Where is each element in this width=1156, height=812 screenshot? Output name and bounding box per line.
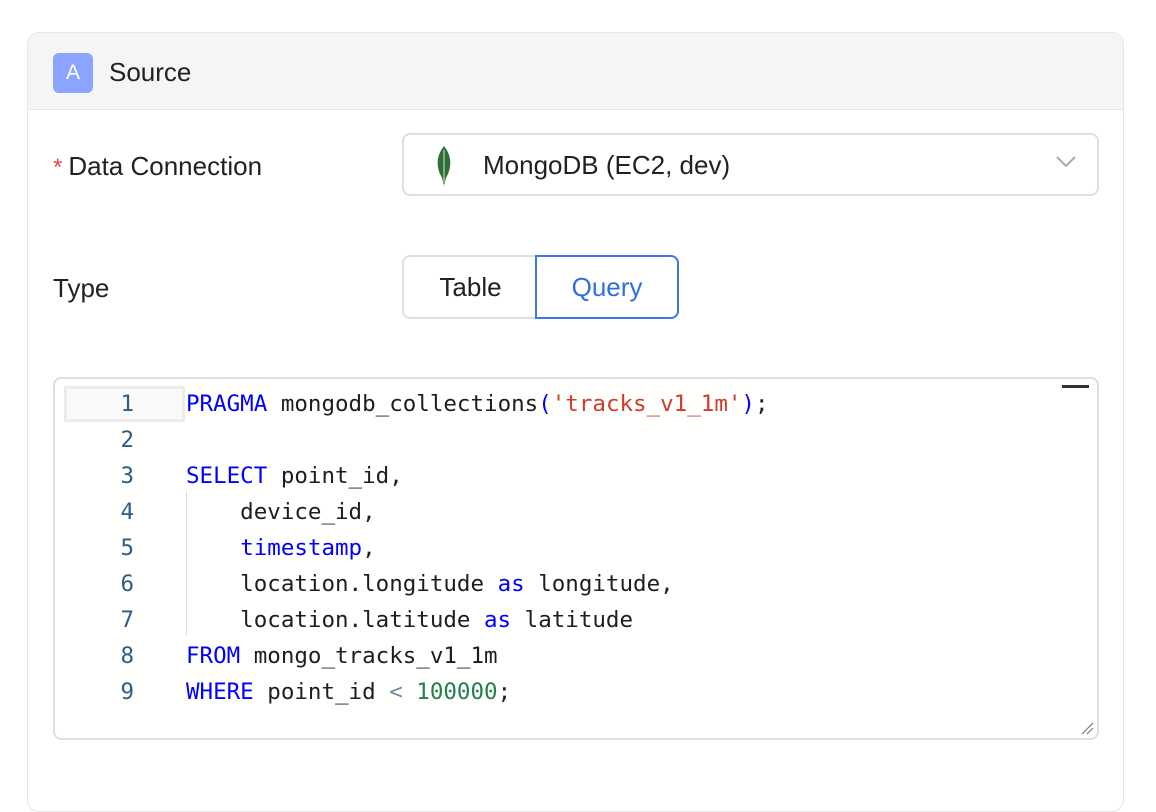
code-token: PRAGMA	[186, 391, 268, 417]
sql-editor[interactable]: 1 PRAGMA mongodb_collections('tracks_v1_1…	[53, 377, 1099, 740]
code-token: point_id	[253, 679, 390, 705]
chevron-down-icon	[1056, 156, 1076, 168]
code-text: timestamp,	[186, 530, 376, 566]
code-token: ;	[497, 679, 512, 705]
source-panel: A Source * Data Connection MongoDB (EC2, …	[27, 32, 1124, 812]
code-text: location.latitude as latitude	[186, 602, 633, 638]
type-option-query[interactable]: Query	[535, 255, 679, 319]
code-token: ;	[754, 391, 769, 417]
code-token: <	[389, 679, 403, 705]
code-token: latitude	[511, 607, 634, 633]
data-connection-select[interactable]: MongoDB (EC2, dev)	[402, 133, 1099, 196]
panel-title: Source	[109, 57, 192, 87]
mongodb-leaf-icon	[437, 146, 451, 186]
code-line[interactable]: 3 SELECT point_id,	[55, 458, 1055, 494]
code-line[interactable]: 9 WHERE point_id < 100000;	[55, 674, 1055, 710]
line-number: 4	[120, 499, 134, 525]
code-line[interactable]: 2	[55, 422, 1055, 458]
code-token: mongodb_collections	[267, 391, 539, 417]
code-token: location.longitude	[186, 571, 498, 597]
code-token: )	[741, 391, 755, 417]
code-token: timestamp	[240, 535, 363, 561]
panel-header: A Source	[28, 33, 1123, 110]
code-token: location.latitude	[186, 607, 485, 633]
code-token: device_id,	[186, 499, 376, 525]
code-text: SELECT point_id,	[186, 458, 403, 494]
code-token: 100000	[416, 679, 498, 705]
code-token: as	[484, 607, 512, 633]
code-token: ,	[362, 535, 376, 561]
code-token: WHERE	[186, 679, 254, 705]
source-badge: A	[53, 53, 93, 93]
data-connection-label-text: Data Connection	[68, 151, 263, 181]
code-token: mongo_tracks_v1_1m	[240, 643, 498, 669]
code-line[interactable]: 6 location.longitude as longitude,	[55, 566, 1055, 602]
line-number: 7	[120, 607, 134, 633]
line-number: 5	[120, 535, 134, 561]
code-token: as	[497, 571, 525, 597]
code-token: point_id,	[267, 463, 403, 489]
code-text: location.longitude as longitude,	[186, 566, 674, 602]
code-token: longitude,	[524, 571, 674, 597]
code-text: WHERE point_id < 100000;	[186, 674, 511, 710]
type-label: Type	[53, 273, 110, 303]
data-connection-value: MongoDB (EC2, dev)	[483, 150, 731, 180]
line-number: 9	[120, 679, 134, 705]
line-number: 3	[120, 463, 134, 489]
code-token: SELECT	[186, 463, 268, 489]
line-number: 6	[120, 571, 134, 597]
resize-handle-icon[interactable]	[1080, 721, 1094, 735]
data-connection-label: * Data Connection	[53, 149, 262, 185]
code-line[interactable]: 5 timestamp,	[55, 530, 1055, 566]
code-token: (	[538, 391, 552, 417]
type-option-table[interactable]: Table	[402, 255, 537, 319]
code-line[interactable]: 8 FROM mongo_tracks_v1_1m	[55, 638, 1055, 674]
code-token: 'tracks_v1_1m'	[551, 391, 742, 417]
code-text: FROM mongo_tracks_v1_1m	[186, 638, 498, 674]
line-number: 8	[120, 643, 134, 669]
line-number: 2	[120, 427, 134, 453]
code-line[interactable]: 4 device_id,	[55, 494, 1055, 530]
code-token: FROM	[186, 643, 241, 669]
code-line[interactable]: 1 PRAGMA mongodb_collections('tracks_v1_1…	[55, 386, 1055, 422]
code-text: PRAGMA mongodb_collections('tracks_v1_1m…	[186, 386, 769, 422]
code-line[interactable]: 7 location.latitude as latitude	[55, 602, 1055, 638]
minimap-scroll-handle[interactable]	[1062, 385, 1089, 388]
code-text: device_id,	[186, 494, 376, 530]
line-number: 1	[120, 391, 134, 417]
required-marker: *	[53, 154, 63, 181]
